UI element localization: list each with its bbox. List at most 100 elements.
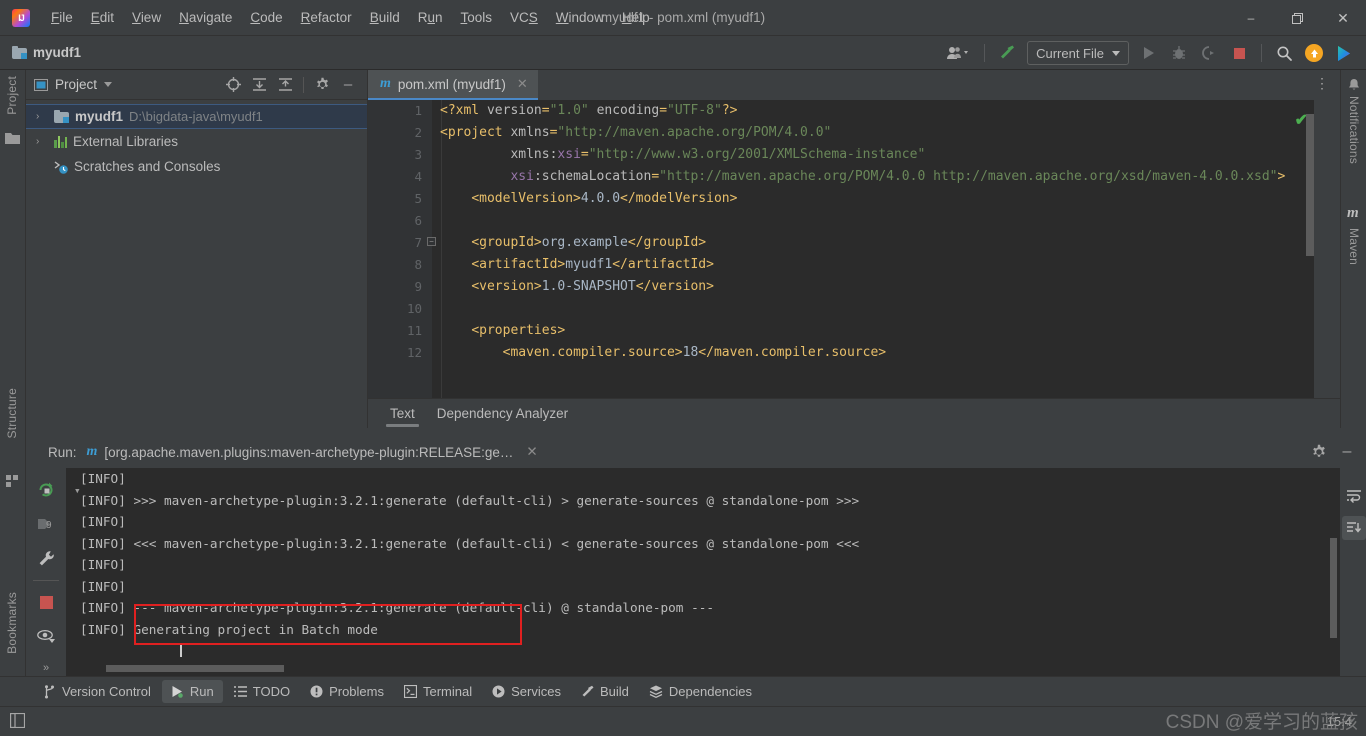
tool-window-button-version-control[interactable]: Version Control (34, 680, 160, 703)
close-icon[interactable]: ✕ (526, 444, 537, 460)
tool-window-button-build[interactable]: Build (572, 680, 638, 703)
editor-scrollbar[interactable] (1306, 114, 1314, 256)
tab-text[interactable]: Text (386, 399, 419, 429)
menu-item-navigate[interactable]: Navigate (170, 5, 241, 31)
line-number[interactable]: 4 (368, 166, 432, 188)
tool-window-button-bookmarks[interactable]: Bookmarks (5, 592, 19, 654)
line-number[interactable]: 2 (368, 122, 432, 144)
tool-window-button-todo[interactable]: TODO (225, 680, 299, 703)
code-line[interactable]: <maven.compiler.source>18</maven.compile… (432, 342, 1340, 364)
code-line[interactable]: xmlns:xsi="http://www.w3.org/2001/XMLSch… (432, 144, 1340, 166)
code-line[interactable]: <project xmlns="http://maven.apache.org/… (432, 122, 1340, 144)
close-icon[interactable]: ✕ (517, 76, 528, 92)
editor-tab-pom-xml[interactable]: m pom.xml (myudf1) ✕ (368, 70, 538, 100)
account-icon[interactable] (940, 40, 976, 66)
code-line[interactable]: <properties> (432, 320, 1340, 342)
code-editor[interactable]: 123456789101112 − − <?xml version="1.0" … (368, 100, 1340, 402)
code-line[interactable]: xsi:schemaLocation="http://maven.apache.… (432, 166, 1340, 188)
menu-item-help[interactable]: Help (613, 5, 659, 31)
tool-window-button-maven[interactable]: Maven (1347, 228, 1361, 265)
menu-item-build[interactable]: Build (361, 5, 409, 31)
code-line[interactable]: <groupId>org.example</groupId> (432, 232, 1340, 254)
gear-icon[interactable] (1306, 439, 1332, 465)
chevron-down-icon[interactable] (104, 82, 113, 87)
menu-item-code[interactable]: Code (241, 5, 291, 31)
chevron-right-icon[interactable]: › (36, 136, 39, 147)
rerun-failed-icon[interactable]: 9 (36, 514, 56, 534)
console-scrollbar[interactable] (1330, 538, 1337, 638)
console-horizontal-scrollbar[interactable] (106, 665, 284, 672)
tool-window-button-services[interactable]: Services (483, 680, 570, 703)
select-opened-file-icon[interactable] (222, 74, 244, 96)
line-number[interactable]: 1 (368, 100, 432, 122)
stop-icon[interactable] (36, 592, 56, 612)
menu-item-file[interactable]: File (42, 5, 82, 31)
ide-feature-trainer-button[interactable] (1330, 40, 1358, 66)
tab-dependency-analyzer[interactable]: Dependency Analyzer (437, 399, 568, 429)
code-line[interactable]: <artifactId>myudf1</artifactId> (432, 254, 1340, 276)
menu-item-window[interactable]: Window (547, 5, 613, 31)
maximize-button[interactable] (1274, 0, 1320, 36)
expand-all-icon[interactable] (248, 74, 270, 96)
collapse-chevron-icon[interactable]: ▾ (74, 484, 81, 497)
chevron-right-icon[interactable]: › (36, 111, 39, 122)
tool-window-button-project[interactable]: Project (5, 76, 19, 115)
line-number[interactable]: 3 (368, 144, 432, 166)
update-button[interactable] (1300, 40, 1328, 66)
line-number[interactable]: 7 (368, 232, 432, 254)
line-number[interactable]: 11 (368, 320, 432, 342)
layout-icon[interactable] (9, 712, 26, 731)
run-with-coverage-button[interactable] (1195, 40, 1223, 66)
tool-window-button-structure[interactable]: Structure (5, 388, 19, 439)
rerun-icon[interactable] (36, 480, 56, 500)
menu-item-vcs[interactable]: VCS (501, 5, 547, 31)
tool-window-button-dependencies[interactable]: Dependencies (640, 680, 761, 703)
minimize-button[interactable]: – (1228, 0, 1274, 36)
code-line[interactable]: <?xml version="1.0" encoding="UTF-8"?> (432, 100, 1340, 122)
settings-wrench-icon[interactable] (36, 548, 56, 568)
soft-wrap-icon[interactable] (1344, 486, 1364, 506)
run-console[interactable]: ▾ [INFO] [INFO] >>> maven-archetype-plugi… (66, 468, 1340, 676)
eye-filter-icon[interactable] (36, 626, 56, 646)
build-hammer-icon[interactable] (993, 40, 1021, 66)
code-line[interactable] (432, 210, 1340, 232)
expand-more-icon[interactable]: » (36, 658, 56, 678)
search-everywhere-button[interactable] (1270, 40, 1298, 66)
tree-node-external-libraries[interactable]: › External Libraries (26, 129, 367, 154)
debug-button[interactable] (1165, 40, 1193, 66)
line-number[interactable]: 10 (368, 298, 432, 320)
code-line[interactable] (432, 298, 1340, 320)
tool-window-button-problems[interactable]: Problems (301, 680, 393, 703)
breadcrumb[interactable]: myudf1 (12, 45, 81, 60)
hide-panel-icon[interactable]: – (337, 74, 359, 96)
tree-node-myudf1[interactable]: › myudf1 D:\bigdata-java\myudf1 (26, 104, 367, 129)
run-configuration-selector[interactable]: Current File (1027, 41, 1129, 65)
code-line[interactable]: <version>1.0-SNAPSHOT</version> (432, 276, 1340, 298)
run-config-tab[interactable]: m [org.apache.maven.plugins:maven-archet… (87, 444, 538, 460)
line-number[interactable]: 9 (368, 276, 432, 298)
menu-item-refactor[interactable]: Refactor (292, 5, 361, 31)
editor-markup-gutter[interactable] (1314, 100, 1340, 402)
code-line[interactable]: <modelVersion>4.0.0</modelVersion> (432, 188, 1340, 210)
code-content[interactable]: <?xml version="1.0" encoding="UTF-8"?> <p… (432, 100, 1340, 402)
stop-button[interactable] (1225, 40, 1253, 66)
tool-window-button-terminal[interactable]: Terminal (395, 680, 481, 703)
editor-options-icon[interactable]: ⋮ (1315, 75, 1330, 92)
close-button[interactable]: ✕ (1320, 0, 1366, 36)
run-button[interactable] (1135, 40, 1163, 66)
gear-icon[interactable] (311, 74, 333, 96)
menu-item-edit[interactable]: Edit (82, 5, 123, 31)
line-number[interactable]: 5 (368, 188, 432, 210)
tool-window-button-notifications[interactable]: Notifications (1347, 96, 1361, 164)
line-number[interactable]: 8 (368, 254, 432, 276)
line-number[interactable]: 12 (368, 342, 432, 364)
scroll-to-end-icon[interactable] (1342, 516, 1366, 540)
line-number[interactable]: 6 (368, 210, 432, 232)
tool-window-button-run[interactable]: Run (161, 680, 223, 703)
menu-item-tools[interactable]: Tools (452, 5, 502, 31)
tree-node-scratches[interactable]: Scratches and Consoles (26, 154, 367, 179)
menu-item-view[interactable]: View (123, 5, 170, 31)
collapse-all-icon[interactable] (274, 74, 296, 96)
minimize-icon[interactable]: – (1334, 439, 1360, 465)
menu-item-run[interactable]: Run (409, 5, 452, 31)
